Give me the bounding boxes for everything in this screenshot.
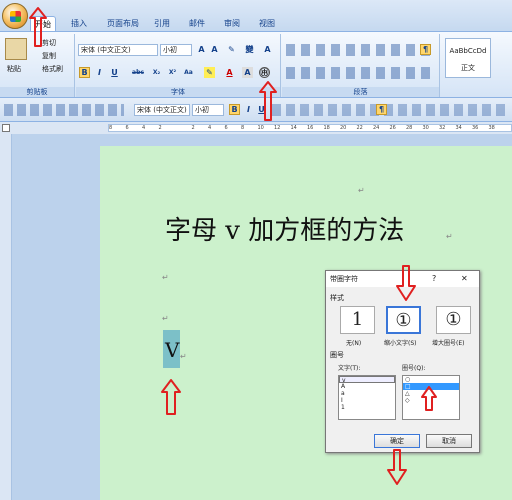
arrow-up-icon bbox=[161, 379, 181, 415]
arrow-up-icon bbox=[421, 386, 437, 411]
arrow-down-icon bbox=[396, 265, 416, 301]
arrow-up-icon bbox=[259, 81, 277, 121]
annotation-arrows bbox=[29, 7, 437, 485]
arrow-up-icon bbox=[29, 7, 47, 47]
arrow-down-icon bbox=[387, 449, 407, 485]
